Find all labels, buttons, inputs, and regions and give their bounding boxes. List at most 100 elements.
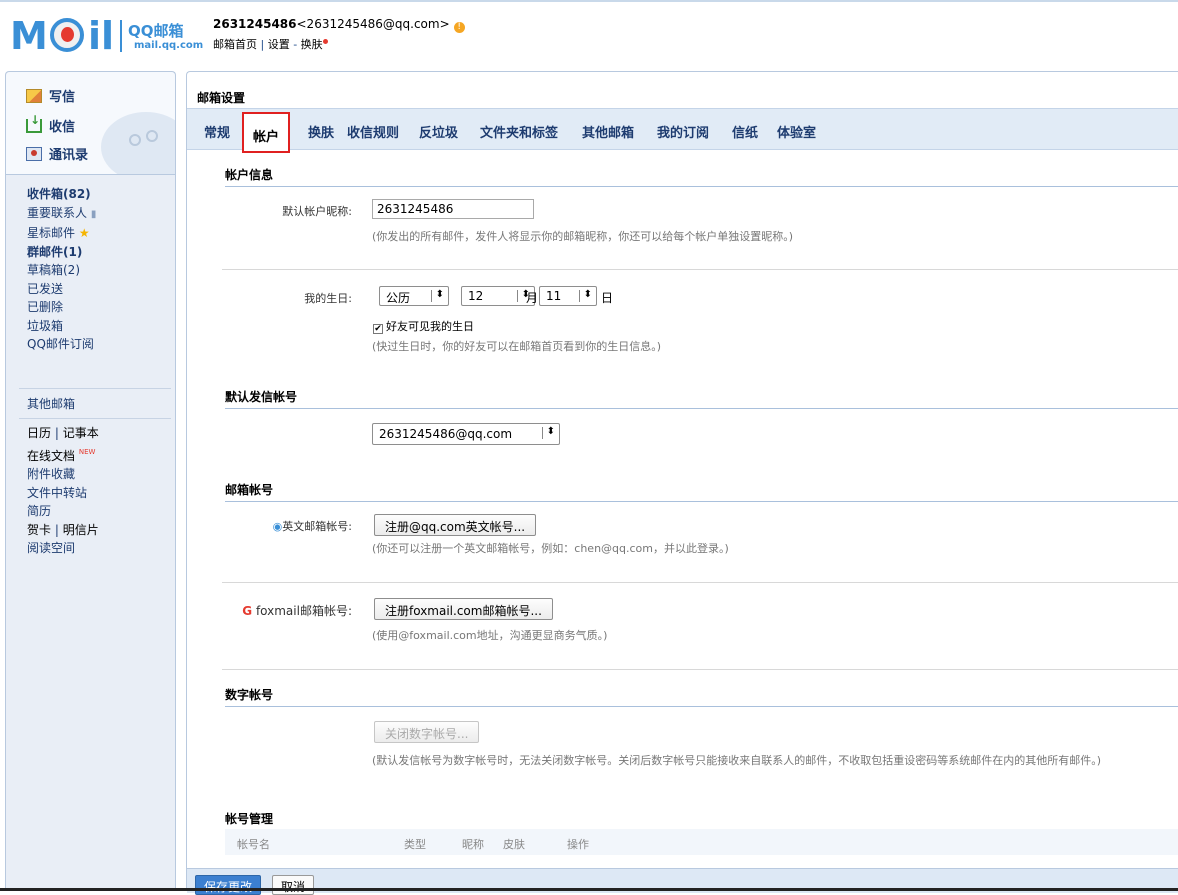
separator — [222, 582, 1178, 583]
warning-icon[interactable]: ! — [453, 22, 465, 33]
folder-drafts[interactable]: 草稿箱(2) — [27, 261, 96, 280]
contacts-label: 通讯录 — [49, 148, 89, 163]
folder-subscriptions[interactable]: QQ邮件订阅 — [27, 335, 96, 354]
select-bar — [579, 290, 580, 302]
decoration-eye-right — [146, 130, 158, 142]
section-account-info: 帐户信息 — [225, 166, 1178, 187]
folder-spam[interactable]: 垃圾箱 — [27, 317, 96, 336]
write-button[interactable]: 写信 — [26, 86, 75, 105]
notes-link[interactable]: 记事本 — [63, 426, 99, 440]
birth-month-value: 12 — [468, 289, 484, 303]
register-foxmail-button[interactable]: 注册foxmail.com邮箱帐号... — [374, 598, 553, 620]
tab-account-highlight[interactable]: 帐户 — [242, 112, 290, 153]
birthday-visible-checkbox[interactable]: ✔ 好友可见我的生日 — [373, 318, 474, 334]
link-settings[interactable]: 设置 — [268, 38, 290, 51]
new-badge: NEW — [78, 447, 96, 456]
file-transfer-link[interactable]: 文件中转站 — [27, 484, 99, 503]
cancel-button[interactable]: 取消 — [272, 875, 315, 895]
account-info: 2631245486<2631245486@qq.com>! 邮箱首页 | 设置… — [213, 17, 465, 52]
folder-sent[interactable]: 已发送 — [27, 280, 96, 299]
updown-arrow-icon: ⬍ — [583, 289, 592, 300]
foxmail-hint: (使用@foxmail.com地址，沟通更显商务气质。) — [372, 629, 608, 642]
tab-account[interactable]: 帐户 — [253, 126, 279, 145]
col-skin: 皮肤 — [503, 838, 525, 851]
online-docs-link[interactable]: 在线文档 — [27, 449, 75, 463]
birth-month-select[interactable]: 12 ⬍ — [461, 286, 535, 306]
account-table-header: 帐号名 类型 昵称 皮肤 操作 — [225, 829, 1178, 855]
col-nickname: 昵称 — [462, 838, 484, 851]
separator — [222, 269, 1178, 270]
section-default-sender: 默认发信帐号 — [225, 388, 1178, 409]
logo-m: M — [10, 14, 48, 58]
contacts-button[interactable]: 通讯录 — [26, 144, 88, 163]
write-label: 写信 — [49, 90, 76, 105]
link-skin[interactable]: 换肤 — [301, 38, 323, 51]
birthday-visible-label: 好友可见我的生日 — [386, 320, 474, 333]
tab-general[interactable]: 常规 — [204, 122, 230, 141]
birthday-label: 我的生日: — [304, 292, 352, 305]
address-book-icon — [26, 147, 42, 161]
red-dot-icon — [322, 39, 328, 44]
birth-day-select[interactable]: 11 ⬍ — [539, 286, 597, 306]
folder-important-contacts[interactable]: 重要联系人 ▮ — [27, 204, 96, 225]
receive-label: 收信 — [49, 120, 76, 135]
tab-skin[interactable]: 换肤 — [308, 122, 334, 141]
resume-link[interactable]: 简历 — [27, 502, 99, 521]
logo-o-icon — [50, 18, 84, 52]
bookmark-icon: ▮ — [90, 208, 97, 220]
top-border — [0, 0, 1178, 2]
folder-starred-label: 星标邮件 — [27, 226, 76, 240]
decoration-eye-left — [129, 134, 141, 146]
other-mail-section: 其他邮箱 — [27, 395, 75, 414]
tab-stationery[interactable]: 信纸 — [732, 122, 758, 141]
section-mail-accounts: 邮箱帐号 — [225, 481, 1178, 502]
sidebar: 写信 收信 通讯录 收件箱(82) 重要联系人 ▮ 星标邮件 ★ 群邮件(1) … — [5, 71, 176, 891]
foxmail-account-label: G foxmail邮箱帐号: — [217, 602, 352, 619]
calendar-type-select[interactable]: 公历 ⬍ — [379, 286, 449, 306]
logo-domain: mail.qq.com — [134, 40, 204, 51]
logo-separator — [120, 20, 122, 52]
receive-button[interactable]: 收信 — [26, 113, 76, 135]
folder-group[interactable]: 群邮件(1) — [27, 243, 96, 262]
other-mail-link[interactable]: 其他邮箱 — [27, 395, 75, 414]
tab-lab[interactable]: 体验室 — [777, 122, 816, 141]
updown-arrow-icon: ⬍ — [546, 426, 555, 437]
checkbox-checked-icon[interactable]: ✔ — [373, 324, 383, 334]
english-account-label: ◉英文邮箱帐号: — [227, 518, 352, 534]
tools-sep: | — [51, 522, 63, 537]
close-numeric-account-button[interactable]: 关闭数字帐号... — [374, 721, 480, 743]
folder-deleted[interactable]: 已删除 — [27, 298, 96, 317]
nickname-input[interactable]: 2631245486 — [372, 199, 534, 219]
folder-starred[interactable]: 星标邮件 ★ — [27, 224, 96, 243]
save-button[interactable]: 保存更改 — [195, 875, 262, 895]
link-sep: | — [260, 38, 268, 51]
tab-folders-labels[interactable]: 文件夹和标签 — [480, 122, 558, 141]
folder-important-label: 重要联系人 — [27, 205, 88, 220]
tab-subscriptions[interactable]: 我的订阅 — [657, 122, 709, 141]
register-english-button[interactable]: 注册@qq.com英文帐号... — [374, 514, 537, 536]
qq-mail-logo[interactable]: M il QQ邮箱 mail.qq.com — [10, 14, 203, 58]
select-bar — [431, 290, 432, 302]
separator — [222, 669, 1178, 670]
default-sender-select[interactable]: 2631245486@qq.com ⬍ — [372, 423, 560, 445]
numeric-account-hint: (默认发信帐号为数字帐号时，无法关闭数字帐号。关闭后数字帐号只能接收来自联系人的… — [372, 754, 1102, 767]
calendar-link[interactable]: 日历 — [27, 426, 51, 440]
tab-antispam[interactable]: 反垃圾 — [419, 122, 458, 141]
sidebar-actions: 写信 收信 通讯录 — [6, 72, 175, 175]
tab-other-mail[interactable]: 其他邮箱 — [582, 122, 634, 141]
tab-mail-rules[interactable]: 收信规则 — [347, 122, 399, 141]
attachments-link[interactable]: 附件收藏 — [27, 465, 99, 484]
logo-il: il — [88, 14, 115, 58]
foxmail-icon: G — [242, 604, 253, 618]
folder-inbox[interactable]: 收件箱(82) — [27, 185, 96, 204]
calendar-type-value: 公历 — [386, 291, 411, 305]
col-type: 类型 — [404, 838, 426, 851]
link-mail-home[interactable]: 邮箱首页 — [213, 38, 257, 51]
postcard-link[interactable]: 明信片 — [63, 523, 99, 537]
inbox-download-icon — [26, 113, 42, 133]
greeting-card-link[interactable]: 贺卡 — [27, 523, 51, 537]
reading-space-link[interactable]: 阅读空间 — [27, 539, 99, 558]
folder-list: 收件箱(82) 重要联系人 ▮ 星标邮件 ★ 群邮件(1) 草稿箱(2) 已发送… — [27, 185, 96, 354]
settings-tabs: 常规 换肤 收信规则 反垃圾 文件夹和标签 其他邮箱 我的订阅 信纸 体验室 — [187, 108, 1178, 150]
link-dash: - — [293, 38, 301, 51]
